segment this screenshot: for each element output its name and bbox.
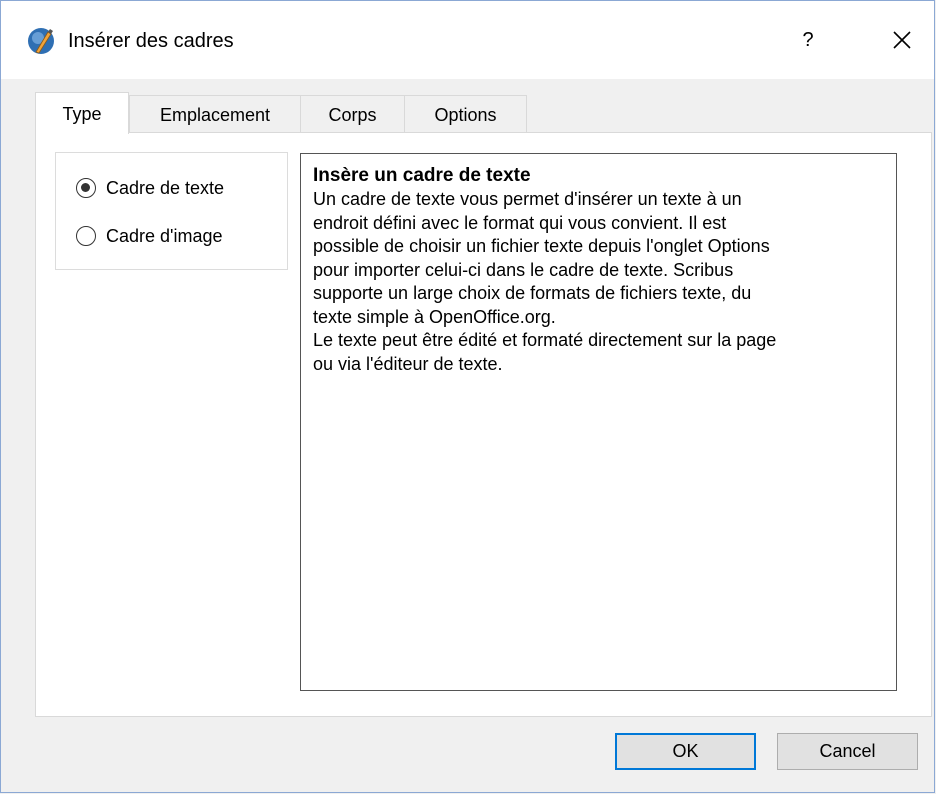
radio-text-frame[interactable]: Cadre de texte [76, 173, 224, 203]
tab-emplacement[interactable]: Emplacement [129, 95, 301, 133]
close-icon[interactable] [885, 23, 919, 57]
tab-type[interactable]: Type [35, 92, 129, 134]
scribus-app-icon [26, 26, 56, 56]
description-box: Insère un cadre de texte Un cadre de tex… [300, 153, 897, 691]
radio-button[interactable] [76, 226, 96, 246]
tab-corps[interactable]: Corps [300, 95, 405, 133]
cancel-button[interactable]: Cancel [777, 733, 918, 770]
radio-button-checked[interactable] [76, 178, 96, 198]
radio-label: Cadre d'image [106, 226, 223, 246]
description-line: texte simple à OpenOffice.org. [313, 306, 556, 327]
title-bar: Insérer des cadres ? [1, 1, 934, 79]
description-line: endroit défini avec le format qui vous c… [313, 212, 727, 233]
frame-type-group: Cadre de texte Cadre d'image [55, 152, 288, 270]
radio-label: Cadre de texte [106, 178, 225, 198]
help-button[interactable]: ? [793, 23, 823, 57]
description-line: Un cadre de texte vous permet d'insérer … [313, 189, 742, 209]
radio-image-frame[interactable]: Cadre d'image [76, 221, 223, 251]
tab-options[interactable]: Options [404, 95, 527, 133]
description-line: pour importer celui-ci dans le cadre de … [313, 259, 734, 280]
description-line: Le texte peut être édité et formaté dire… [313, 330, 777, 350]
description-line: possible de choisir un fichier texte dep… [313, 236, 770, 256]
tab-panel-type: Cadre de texte Cadre d'image Insère un c… [35, 132, 932, 717]
insert-frames-dialog: Insérer des cadres ? Type Emplacement Co… [0, 0, 935, 793]
window-title: Insérer des cadres [68, 30, 234, 52]
description-line: supporte un large choix de formats de fi… [313, 283, 752, 303]
description-line: ou via l'éditeur de texte. [313, 353, 503, 374]
description-title: Insère un cadre de texte [313, 165, 531, 186]
ok-button[interactable]: OK [615, 733, 756, 770]
